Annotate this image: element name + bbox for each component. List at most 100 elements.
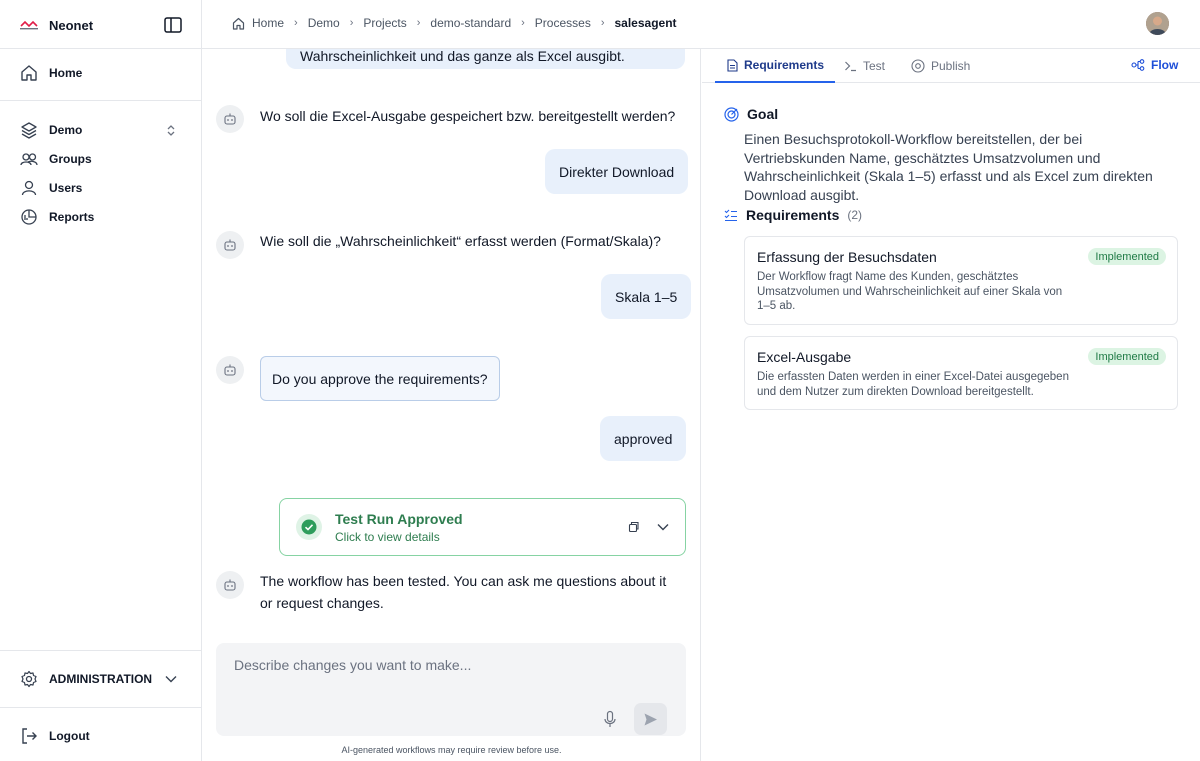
sidebar: Neonet Home Demo Groups Users Reports AD…	[0, 0, 202, 761]
requirements-panel: Requirements Test Publish Flow Goal Eine…	[702, 49, 1200, 761]
sidebar-item-administration[interactable]: ADMINISTRATION	[0, 665, 201, 693]
goal-heading-text: Goal	[747, 106, 779, 122]
layers-icon	[21, 122, 37, 139]
tab-test[interactable]: Test	[844, 49, 885, 83]
user-message-bubble: Direkter Download	[545, 149, 689, 194]
chevron-right-icon: ›	[416, 17, 421, 29]
chevron-down-icon[interactable]	[165, 675, 177, 683]
tab-publish[interactable]: Publish	[911, 49, 970, 83]
avatar[interactable]	[1146, 12, 1169, 35]
tab-requirements[interactable]: Requirements	[715, 49, 836, 83]
home-icon	[21, 65, 37, 81]
send-button[interactable]	[634, 703, 667, 735]
requirement-description: Die erfassten Daten werden in einer Exce…	[757, 371, 1069, 398]
message-composer[interactable]: Describe changes you want to make...	[216, 643, 686, 736]
sidebar-divider	[0, 707, 201, 708]
user-message-bubble: Wahrscheinlichkeit und das ganze als Exc…	[286, 49, 685, 69]
sidebar-item-groups[interactable]: Groups	[0, 145, 201, 173]
requirement-card[interactable]: Excel-Ausgabe Implemented Die erfassten …	[744, 336, 1178, 410]
composer-placeholder[interactable]: Describe changes you want to make...	[234, 657, 471, 673]
flow-icon	[1131, 59, 1145, 71]
user-message-text: Direkter Download	[559, 163, 675, 180]
brand-header: Neonet	[0, 0, 201, 49]
bot-message-text: Wo soll die Excel-Ausgabe gespeichert bz…	[260, 108, 676, 124]
sidebar-item-label: Logout	[49, 729, 90, 743]
requirements-count: (2)	[847, 208, 863, 222]
breadcrumb-current: salesagent	[614, 16, 677, 30]
checklist-icon	[724, 209, 737, 221]
sidebar-item-label: Home	[49, 66, 83, 80]
sidebar-item-label: Users	[49, 181, 83, 195]
terminal-icon	[845, 61, 856, 72]
test-card-title: Test Run Approved	[335, 511, 463, 527]
requirement-card[interactable]: Erfassung der Besuchsdaten Implemented D…	[744, 236, 1178, 325]
sidebar-divider	[0, 100, 201, 101]
bot-message-text: Wie soll die „Wahrscheinlichkeit“ erfass…	[260, 233, 661, 249]
sidebar-item-logout[interactable]: Logout	[0, 722, 201, 750]
bot-avatar-icon	[216, 356, 244, 384]
flow-button[interactable]: Flow	[1131, 58, 1178, 72]
user-message-bubble: approved	[600, 416, 687, 461]
bot-message-text: Do you approve the requirements?	[272, 370, 488, 387]
status-badge: Implemented	[1088, 248, 1166, 265]
chevron-right-icon: ›	[294, 17, 298, 29]
sidebar-item-label: ADMINISTRATION	[49, 672, 153, 686]
tab-label: Publish	[931, 59, 971, 73]
sidebar-item-reports[interactable]: Reports	[0, 203, 201, 231]
check-circle-icon	[296, 514, 322, 540]
user-message-text: Skala 1–5	[615, 288, 678, 305]
bot-avatar-icon	[216, 231, 244, 259]
flow-label: Flow	[1151, 58, 1179, 72]
top-bar: Home › Demo › Projects › demo-standard ›…	[202, 0, 1200, 49]
requirement-title: Excel-Ausgabe	[757, 349, 852, 365]
panel-tabs: Requirements Test Publish Flow	[702, 49, 1200, 83]
test-card-subtitle[interactable]: Click to view details	[335, 530, 440, 544]
home-icon[interactable]	[232, 17, 245, 30]
user-message-bubble: Skala 1–5	[601, 274, 692, 319]
user-message-text: Wahrscheinlichkeit und das ganze als Exc…	[300, 49, 625, 64]
document-icon	[727, 58, 738, 72]
tab-label: Requirements	[744, 58, 825, 72]
breadcrumb-demo[interactable]: Demo	[308, 16, 340, 30]
breadcrumb-home[interactable]: Home	[252, 16, 284, 30]
breadcrumb-processes[interactable]: Processes	[535, 16, 591, 30]
neonet-logo-icon	[20, 20, 38, 30]
tab-label: Test	[863, 59, 886, 73]
publish-icon	[911, 59, 925, 73]
goal-heading: Goal	[724, 106, 778, 122]
bot-message-box: Do you approve the requirements?	[260, 356, 500, 401]
goal-description: Einen Besuchsprotokoll-Workflow bereitst…	[744, 131, 1153, 203]
bot-message-text: The workflow has been tested. You can as…	[260, 573, 667, 611]
bot-avatar-icon	[216, 571, 244, 599]
sidebar-divider	[0, 650, 201, 651]
requirement-title: Erfassung der Besuchsdaten	[757, 249, 937, 265]
copy-icon[interactable]	[626, 520, 640, 534]
chevron-down-icon[interactable]	[656, 520, 670, 534]
chevron-right-icon: ›	[521, 17, 525, 29]
breadcrumb-projects[interactable]: Projects	[363, 16, 406, 30]
sidebar-toggle-icon[interactable]	[164, 17, 182, 33]
user-icon	[21, 180, 37, 196]
sidebar-item-label: Reports	[49, 210, 95, 224]
bot-avatar-icon	[216, 105, 244, 133]
user-message-text: approved	[614, 430, 673, 447]
app-name: Neonet	[49, 18, 94, 33]
sidebar-item-demo[interactable]: Demo	[0, 116, 201, 144]
chevron-right-icon: ›	[600, 17, 605, 29]
breadcrumb-demo-standard[interactable]: demo-standard	[430, 16, 511, 30]
sidebar-item-home[interactable]: Home	[0, 59, 201, 87]
target-icon	[724, 106, 739, 122]
requirement-description: Der Workflow fragt Name des Kunden, gesc…	[757, 271, 1063, 312]
sidebar-item-label: Groups	[49, 152, 92, 166]
sidebar-item-label: Demo	[49, 123, 83, 137]
send-icon	[644, 713, 657, 725]
chevron-up-down-icon[interactable]	[166, 124, 176, 137]
reports-icon	[21, 209, 37, 225]
test-run-approved-card[interactable]: Test Run Approved Click to view details	[279, 498, 686, 556]
microphone-icon[interactable]	[602, 710, 618, 728]
sidebar-item-users[interactable]: Users	[0, 174, 201, 202]
status-badge: Implemented	[1088, 348, 1166, 365]
requirements-heading: Requirements (2)	[724, 207, 862, 223]
logout-icon	[22, 728, 37, 744]
chat-panel: Wahrscheinlichkeit und das ganze als Exc…	[202, 49, 701, 761]
